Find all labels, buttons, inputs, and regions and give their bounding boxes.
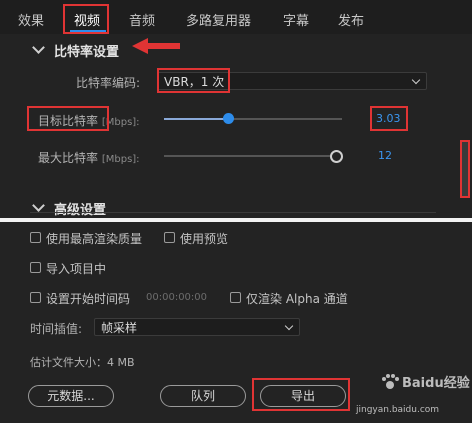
estimated-file-size: 估计文件大小：4 MB	[30, 356, 135, 369]
red-arrow-icon	[132, 38, 180, 54]
tab-multiplexer[interactable]: 多路复用器	[186, 10, 251, 29]
highlight-box-video-tab	[63, 4, 109, 34]
advanced-section-title[interactable]: 高级设置	[54, 199, 106, 218]
tab-bar: 效果 视频 音频 多路复用器 字幕 发布	[0, 0, 472, 34]
time-interpolation-select[interactable]: 帧采样	[94, 318, 300, 336]
collapse-chevron-icon[interactable]	[32, 41, 45, 54]
render-alpha-label: 仅渲染 Alpha 通道	[246, 292, 348, 306]
collapse-chevron-icon[interactable]	[32, 199, 45, 212]
use-previews-label: 使用预览	[180, 232, 229, 246]
tab-captions[interactable]: 字幕	[283, 10, 309, 29]
metadata-button[interactable]: 元数据...	[28, 385, 114, 407]
queue-button[interactable]: 队列	[160, 385, 246, 407]
use-previews-checkbox[interactable]	[164, 232, 175, 243]
max-bitrate-value[interactable]: 12	[378, 149, 392, 162]
import-into-project-checkbox[interactable]	[30, 262, 41, 273]
chevron-down-icon	[411, 75, 421, 85]
tab-publish[interactable]: 发布	[338, 10, 364, 29]
max-bitrate-label: 最大比特率 [Mbps]:	[38, 151, 140, 165]
video-settings-panel: 比特率设置 比特率编码: VBR，1 次 目标比特率 [Mbps]: 3.03 …	[0, 34, 472, 218]
highlight-box-encoding	[157, 68, 230, 93]
watermark-url: jingyan.baidu.com	[356, 405, 440, 415]
highlight-box-export	[252, 378, 350, 411]
import-into-project-label: 导入项目中	[46, 262, 107, 276]
section-divider	[30, 212, 436, 213]
max-render-quality-label: 使用最高渲染质量	[46, 232, 143, 246]
bitrate-section-title[interactable]: 比特率设置	[54, 41, 119, 60]
set-start-timecode-checkbox[interactable]	[30, 292, 41, 303]
scrollbar-thumb[interactable]	[460, 140, 470, 198]
timecode-value: 00:00:00:00	[146, 292, 208, 303]
target-bitrate-fill	[164, 118, 229, 120]
time-interpolation-label: 时间插值:	[30, 322, 83, 336]
target-bitrate-thumb[interactable]	[222, 113, 234, 124]
highlight-box-target-label	[27, 106, 109, 131]
max-bitrate-slider[interactable]	[164, 150, 344, 163]
watermark-brand: Baidu经验	[402, 376, 470, 391]
paw-logo-icon	[382, 374, 399, 389]
bitrate-encoding-label: 比特率编码:	[76, 76, 141, 90]
tab-effects[interactable]: 效果	[18, 10, 44, 29]
max-render-quality-checkbox[interactable]	[30, 232, 41, 243]
tab-audio[interactable]: 音频	[129, 10, 155, 29]
max-bitrate-thumb[interactable]	[330, 150, 344, 163]
highlight-box-target-value	[370, 106, 408, 131]
export-options-panel: 使用最高渲染质量 使用预览 导入项目中 设置开始时间码 00:00:00:00 …	[0, 222, 472, 423]
time-interpolation-value: 帧采样	[101, 321, 138, 335]
target-bitrate-slider[interactable]	[164, 113, 342, 124]
render-alpha-checkbox[interactable]	[230, 292, 241, 303]
set-start-timecode-label: 设置开始时间码	[46, 292, 131, 306]
chevron-down-icon	[284, 321, 294, 331]
